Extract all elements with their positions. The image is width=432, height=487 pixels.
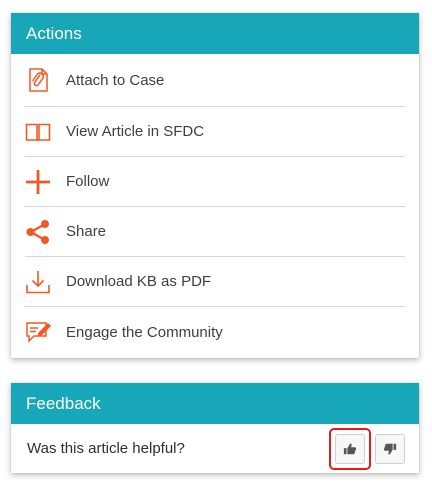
plus-icon [25,169,51,195]
thumbs-down-button[interactable] [375,433,405,464]
download-kb-as-pdf-action[interactable]: Download KB as PDF [25,257,405,307]
attach-to-case-label: Attach to Case [66,71,165,89]
feedback-row: Was this article helpful? [11,424,419,473]
download-icon [25,269,51,295]
attach-to-case-action[interactable]: Attach to Case [25,54,405,107]
paperclip-document-icon [25,67,51,93]
download-kb-as-pdf-label: Download KB as PDF [66,273,212,290]
thumbs-up-highlight [329,427,371,470]
actions-panel: Actions Attach to Case View Article in S… [11,13,419,358]
engage-the-community-label: Engage the Community [66,323,223,341]
engage-the-community-action[interactable]: Engage the Community [25,307,405,357]
feedback-panel: Feedback Was this article helpful? [11,383,419,473]
thumbs-down-icon [383,442,397,456]
follow-action[interactable]: Follow [25,157,405,207]
thumbs-up-button[interactable] [335,433,365,464]
feedback-question: Was this article helpful? [27,440,185,457]
share-label: Share [66,223,107,240]
open-book-icon [25,119,51,145]
view-article-in-sfdc-action[interactable]: View Article in SFDC [25,107,405,157]
actions-header: Actions [11,13,419,54]
share-action[interactable]: Share [25,207,405,257]
feedback-header: Feedback [11,383,419,424]
community-chat-icon [25,319,51,345]
actions-list: Attach to Case View Article in SFDC Foll… [25,54,405,357]
share-icon [25,219,51,245]
view-article-in-sfdc-label: View Article in SFDC [66,123,205,140]
follow-label: Follow [66,173,110,190]
vote-buttons [329,427,405,470]
thumbs-up-icon [343,442,357,456]
